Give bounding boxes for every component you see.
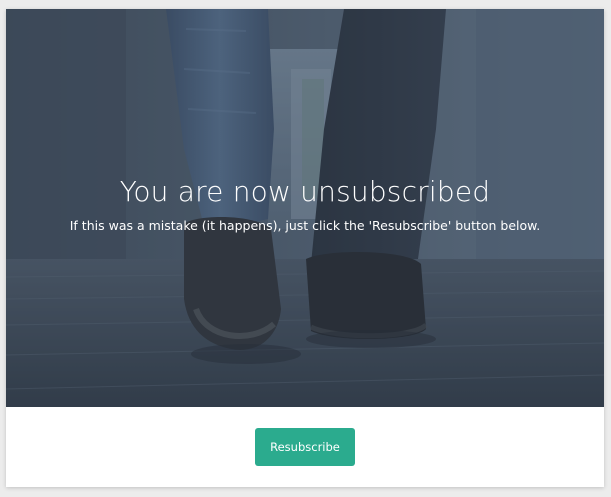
hero-overlay <box>6 9 604 407</box>
unsubscribe-card: You are now unsubscribed If this was a m… <box>6 9 604 487</box>
page-title: You are now unsubscribed <box>119 175 491 208</box>
page-subtitle: If this was a mistake (it happens), just… <box>69 218 541 233</box>
hero-banner: You are now unsubscribed If this was a m… <box>6 9 604 407</box>
action-footer: Resubscribe <box>6 407 604 487</box>
resubscribe-button[interactable]: Resubscribe <box>255 428 355 466</box>
